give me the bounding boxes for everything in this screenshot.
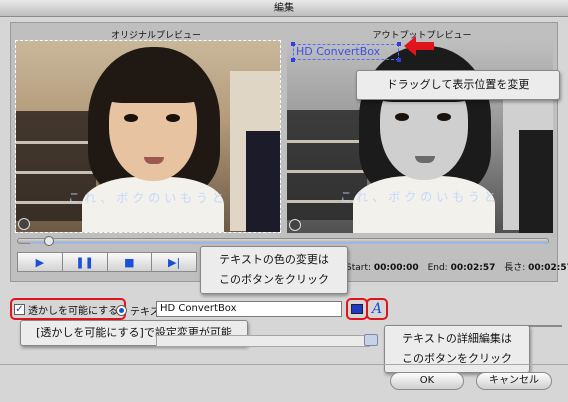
start-label: Start: bbox=[346, 263, 372, 273]
play-button[interactable]: ▶ bbox=[17, 252, 63, 272]
text-radio[interactable]: テキス bbox=[116, 303, 160, 318]
detail-hint-line2: このボタンをクリック bbox=[402, 352, 512, 365]
watermark-text-original: これ、ボクのいもうと bbox=[68, 191, 228, 205]
folder-icon[interactable] bbox=[364, 334, 378, 346]
original-preview: これ、ボクのいもうと bbox=[15, 40, 281, 233]
audio-icon[interactable] bbox=[18, 218, 30, 230]
timeline-range bbox=[30, 242, 548, 244]
color-hint-callout: テキストの色の変更は このボタンをクリック bbox=[200, 246, 348, 294]
start-value: 00:00:00 bbox=[373, 263, 419, 273]
color-swatch-icon bbox=[351, 304, 363, 314]
enable-watermark-label: 透かしを可能にする bbox=[28, 305, 119, 317]
enable-watermark-checkbox[interactable]: ✓ 透かしを可能にする bbox=[10, 298, 127, 320]
length-value: 00:02:57 bbox=[528, 263, 568, 273]
watermark-text-output: これ、ボクのいもうと bbox=[340, 190, 500, 204]
end-value: 00:02:57 bbox=[450, 263, 496, 273]
color-hint-line2: このボタンをクリック bbox=[219, 273, 329, 286]
stop-button[interactable]: ■ bbox=[107, 252, 153, 272]
font-a-icon: A bbox=[371, 301, 383, 317]
pause-button[interactable]: ❚❚ bbox=[62, 252, 108, 272]
ok-button[interactable]: OK bbox=[390, 372, 464, 390]
resize-handle[interactable] bbox=[291, 42, 295, 46]
text-color-button[interactable] bbox=[346, 298, 368, 320]
cancel-button[interactable]: キャンセル bbox=[476, 372, 552, 390]
color-hint-line1: テキストの色の変更は bbox=[219, 253, 329, 266]
radio-selected-icon bbox=[116, 305, 127, 316]
window-title: 編集 bbox=[0, 0, 568, 17]
watermark-settings-row: ✓ 透かしを可能にする テキス HD ConvertBox A bbox=[10, 298, 562, 327]
end-label: End: bbox=[427, 263, 448, 273]
checkbox-check-icon: ✓ bbox=[14, 303, 25, 315]
output-preview: これ、ボクのいもうと HD ConvertBox bbox=[287, 40, 553, 233]
divider bbox=[0, 364, 568, 365]
length-label: 長さ: bbox=[504, 263, 526, 273]
detail-hint-line1: テキストの詳細編集は bbox=[402, 332, 512, 345]
resize-handle[interactable] bbox=[291, 58, 295, 62]
audio-icon[interactable] bbox=[289, 219, 301, 231]
timeline-knob[interactable] bbox=[43, 236, 54, 246]
detail-hint-callout: テキストの詳細編集は このボタンをクリック bbox=[384, 325, 530, 373]
drag-hint-callout: ドラッグして表示位置を変更 bbox=[356, 70, 560, 100]
resize-handle[interactable] bbox=[397, 58, 401, 62]
text-detail-button[interactable]: A bbox=[366, 298, 388, 320]
time-readout: Start: 00:00:00 End: 00:02:57 長さ: 00:02:… bbox=[346, 260, 568, 273]
draggable-text-overlay[interactable]: HD ConvertBox bbox=[293, 44, 399, 60]
next-button[interactable]: ▶| bbox=[152, 252, 197, 272]
playback-controls: ▶ ❚❚ ■ ▶| bbox=[17, 252, 197, 272]
image-path-field[interactable] bbox=[156, 335, 370, 347]
red-arrow-icon bbox=[404, 36, 434, 56]
resize-handle[interactable] bbox=[397, 42, 401, 46]
watermark-text-input[interactable]: HD ConvertBox bbox=[156, 301, 342, 317]
